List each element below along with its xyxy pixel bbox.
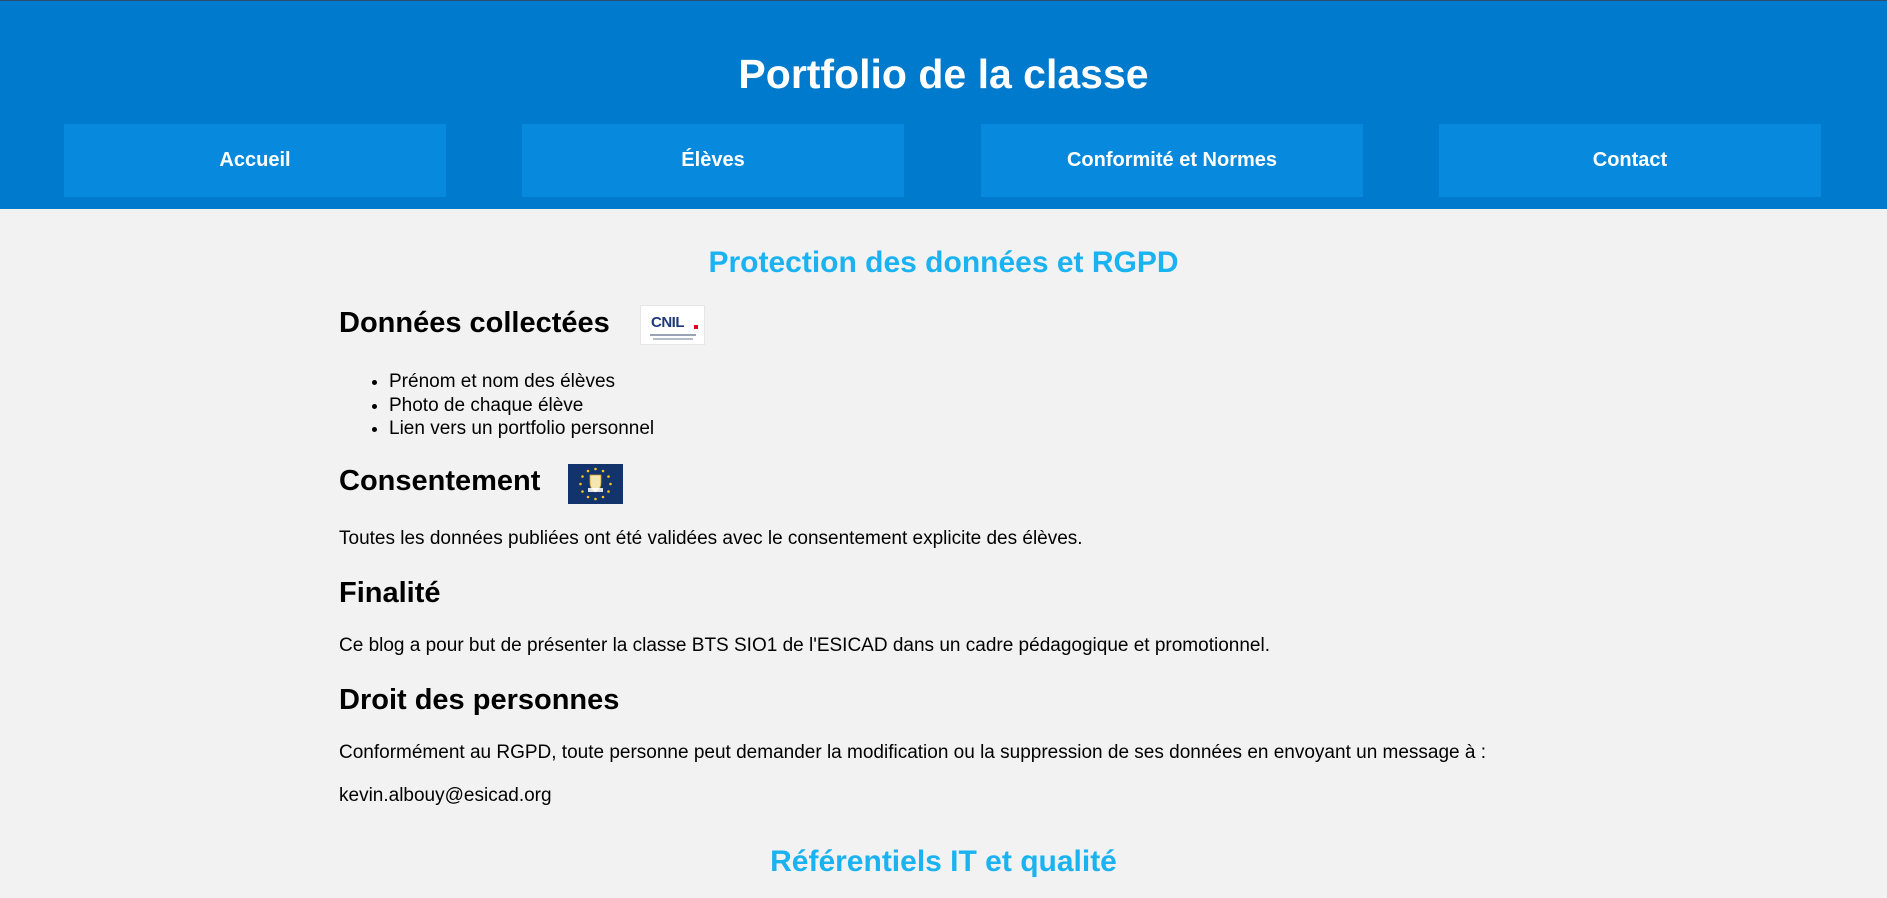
cnil-logo-text: CNIL [651, 314, 685, 331]
list-item: Photo de chaque élève [389, 394, 654, 418]
site-title: Portfolio de la classe [738, 51, 1149, 97]
nav-conformite[interactable]: Conformité et Normes [981, 124, 1363, 197]
purpose-text: Ce blog a pour but de présenter la class… [339, 635, 1270, 656]
nav-contact[interactable]: Contact [1439, 124, 1821, 197]
list-item: Lien vers un portfolio personnel [389, 417, 654, 441]
rights-heading: Droit des personnes [339, 684, 620, 716]
list-item: Prénom et nom des élèves [389, 370, 654, 394]
cnil-logo-dot [694, 325, 698, 329]
data-collected-list: Prénom et nom des élèves Photo de chaque… [339, 370, 654, 441]
cnil-logo: CNIL [640, 305, 705, 345]
data-collected-heading: Données collectées [339, 307, 610, 339]
rgpd-logo-graphic [568, 464, 623, 504]
rgpd-logo [568, 464, 623, 504]
rights-text: Conformément au RGPD, toute personne peu… [339, 742, 1487, 763]
contact-email: kevin.albouy@esicad.org [339, 785, 552, 806]
cnil-logo-tagline-2 [653, 338, 693, 340]
purpose-heading: Finalité [339, 577, 441, 609]
nav-accueil[interactable]: Accueil [64, 124, 446, 197]
it-section-title: Référentiels IT et qualité [770, 845, 1117, 878]
cnil-logo-tagline [650, 334, 696, 336]
nav-eleves[interactable]: Élèves [522, 124, 904, 197]
consent-heading: Consentement [339, 465, 541, 497]
site-header: Portfolio de la classe Accueil Élèves Co… [0, 0, 1887, 209]
consent-text: Toutes les données publiées ont été vali… [339, 528, 1083, 549]
rgpd-section-title: Protection des données et RGPD [708, 246, 1179, 279]
